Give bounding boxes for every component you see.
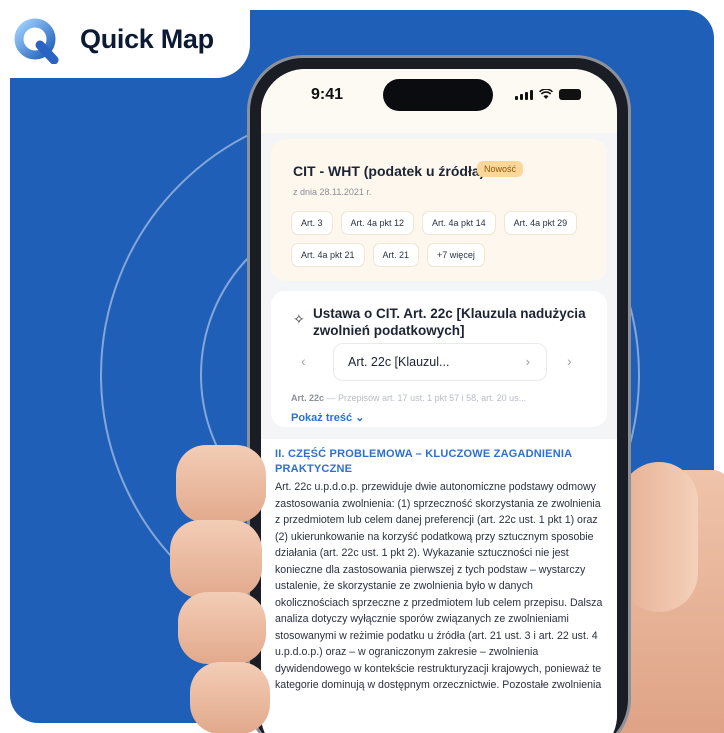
show-content-link[interactable]: Pokaż treść ⌄ (291, 411, 364, 424)
provision-title: Ustawa o CIT. Art. 22c [Klauzula nadużyc… (313, 306, 586, 338)
article-preview-lead: Art. 22c (291, 393, 325, 403)
act-date: z dnia 28.11.2021 r. (293, 187, 372, 197)
section-body-text: Art. 22c u.p.d.o.p. przewiduje dwie auto… (275, 481, 603, 691)
status-bar: 9:41 (261, 69, 617, 133)
article-preview-text: — Przepisów art. 17 ust. 1 pkt 57 i 58, … (324, 393, 527, 403)
act-title: CIT - WHT (podatek u źródła) (293, 163, 485, 179)
left-finger (170, 520, 262, 598)
more-articles-chip[interactable]: +7 więcej (427, 243, 485, 267)
quick-map-logo-icon (14, 18, 59, 64)
article-selector[interactable]: Art. 22c [Klauzul... › (333, 343, 547, 381)
status-icons (515, 89, 581, 100)
show-content-label: Pokaż treść (291, 412, 353, 424)
article-chip[interactable]: Art. 4a pkt 14 (422, 211, 496, 235)
dynamic-island (383, 79, 493, 111)
brand-name: Quick Map (80, 24, 214, 54)
logo-area: Quick Map (0, 0, 250, 78)
right-thumb (620, 462, 698, 612)
article-chip[interactable]: Art. 4a pkt 29 (503, 211, 578, 235)
section-heading: II. CZĘŚĆ PROBLEMOWA – KLUCZOWE ZAGADNIE… (275, 448, 572, 475)
left-finger (190, 662, 270, 733)
article-preview: Art. 22c — Przepisów art. 17 ust. 1 pkt … (291, 393, 597, 403)
phone-screen: 9:41 CIT - WHT (podatek u źródła) Nowość… (261, 69, 617, 733)
act-card[interactable]: CIT - WHT (podatek u źródła) Nowość z dn… (271, 139, 607, 281)
signal-icon (515, 90, 533, 100)
left-finger (178, 592, 266, 664)
chevron-right-icon: › (525, 354, 530, 369)
sparkle-icon: ✧ (293, 311, 305, 327)
article-chip[interactable]: Art. 21 (372, 243, 420, 267)
article-selector-label: Art. 22c [Klauzul... (348, 355, 450, 369)
chevron-down-icon: ⌄ (355, 412, 365, 424)
article-chip[interactable]: Art. 4a pkt 12 (340, 211, 415, 235)
status-time: 9:41 (311, 86, 344, 103)
commentary-section: II. CZĘŚĆ PROBLEMOWA – KLUCZOWE ZAGADNIE… (261, 439, 617, 733)
provision-card: ✧ Ustawa o CIT. Art. 22c [Klauzula naduż… (271, 291, 607, 427)
battery-icon (559, 89, 581, 100)
new-badge: Nowość (477, 161, 524, 177)
article-chip[interactable]: Art. 3 (291, 211, 333, 235)
previous-article-chevron-icon[interactable]: ‹ (301, 353, 306, 369)
next-article-chevron-icon[interactable]: › (567, 353, 572, 369)
left-finger (176, 445, 266, 523)
article-chips: Art. 3 Art. 4a pkt 12 Art. 4a pkt 14 Art… (291, 211, 601, 267)
wifi-icon (539, 89, 553, 99)
phone-frame: 9:41 CIT - WHT (podatek u źródła) Nowość… (247, 55, 631, 733)
article-chip[interactable]: Art. 4a pkt 21 (291, 243, 365, 267)
